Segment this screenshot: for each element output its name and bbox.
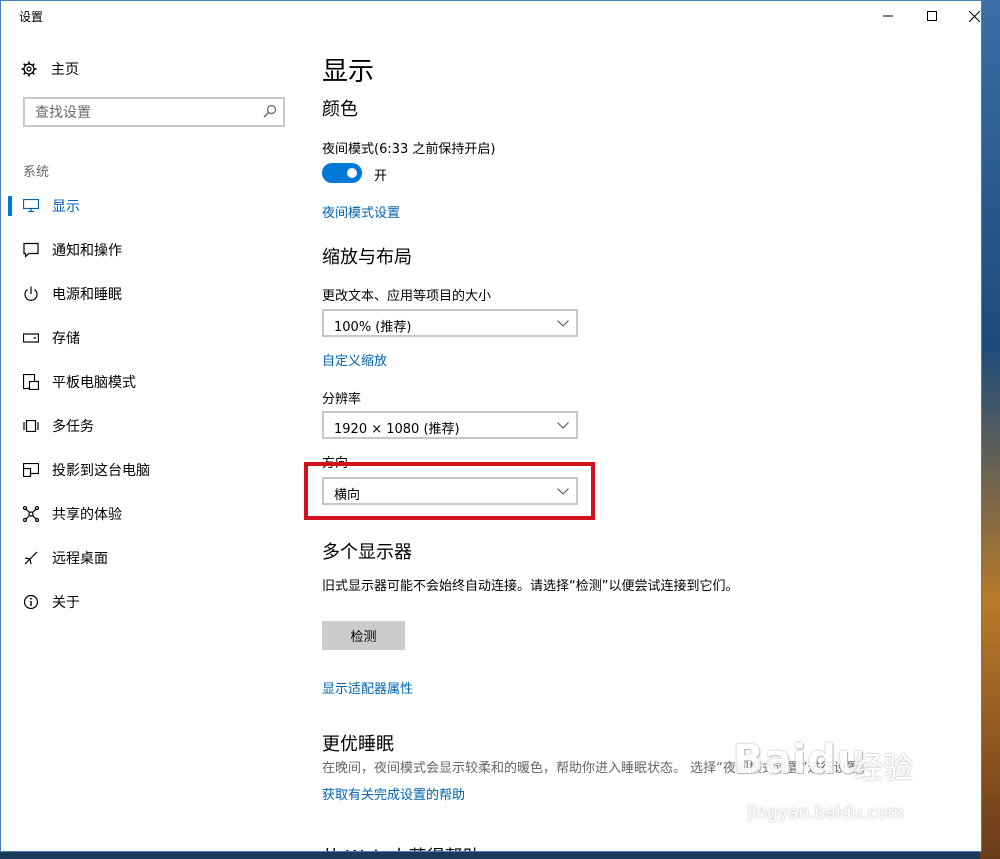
sidebar: 主页 系统 显示 通知和操作 电源和睡眠	[1, 31, 301, 851]
chevron-down-icon	[557, 320, 569, 327]
highlight-annotation-box	[304, 462, 595, 520]
sidebar-item-label: 关于	[52, 595, 80, 611]
title-bar[interactable]: 设置	[1, 1, 981, 31]
sidebar-item-label: 存储	[52, 331, 80, 347]
toggle-state-label: 开	[374, 169, 388, 184]
multitasking-icon	[22, 417, 40, 435]
sidebar-item-tablet-mode[interactable]: 平板电脑模式	[1, 360, 301, 404]
watermark-logo: Baidu	[733, 737, 867, 783]
sidebar-item-storage[interactable]: 存储	[1, 316, 301, 360]
sidebar-item-shared-experiences[interactable]: 共享的体验	[1, 492, 301, 536]
shared-experiences-icon	[22, 505, 40, 523]
detect-button[interactable]: 检测	[322, 621, 405, 650]
watermark-url: jingyan.baidu.com	[747, 803, 904, 823]
baidu-watermark: Baidu 经验 jingyan.baidu.com	[733, 737, 933, 837]
window-title: 设置	[19, 10, 44, 24]
sidebar-item-multitasking[interactable]: 多任务	[1, 404, 301, 448]
home-nav[interactable]: 主页	[21, 59, 79, 79]
size-dropdown[interactable]: 100% (推荐)	[322, 309, 578, 337]
tablet-mode-icon	[22, 373, 40, 391]
desktop-background	[980, 0, 1000, 859]
sidebar-item-label: 投影到这台电脑	[52, 463, 150, 479]
resolution-dropdown[interactable]: 1920 × 1080 (推荐)	[322, 411, 578, 439]
sleep-better-heading: 更优睡眠	[322, 734, 394, 755]
sidebar-item-power[interactable]: 电源和睡眠	[1, 272, 301, 316]
info-icon	[22, 593, 40, 611]
storage-icon	[22, 329, 40, 347]
color-heading: 颜色	[322, 99, 358, 120]
sidebar-item-label: 显示	[52, 199, 80, 215]
sidebar-item-label: 通知和操作	[52, 243, 122, 259]
sidebar-item-about[interactable]: 关于	[1, 580, 301, 624]
power-icon	[22, 285, 40, 303]
notification-icon	[22, 241, 40, 259]
resolution-label: 分辨率	[322, 392, 362, 407]
toggle-knob	[347, 168, 357, 178]
web-help-heading: 从 Web 上获得帮助	[322, 843, 481, 851]
maximize-button[interactable]	[909, 1, 955, 31]
multiple-displays-description: 旧式显示器可能不会始终自动连接。请选择“检测”以便尝试连接到它们。	[322, 579, 739, 594]
chevron-down-icon	[557, 422, 569, 429]
multiple-displays-heading: 多个显示器	[322, 542, 412, 563]
sidebar-item-notifications[interactable]: 通知和操作	[1, 228, 301, 272]
close-icon	[968, 10, 980, 22]
size-dropdown-value: 100% (推荐)	[334, 320, 412, 335]
sidebar-item-display[interactable]: 显示	[1, 184, 301, 228]
night-light-label: 夜间模式(6:33 之前保持开启)	[322, 142, 496, 157]
sidebar-item-remote-desktop[interactable]: 远程桌面	[1, 536, 301, 580]
sidebar-item-label: 平板电脑模式	[52, 375, 136, 391]
night-light-settings-link[interactable]: 夜间模式设置	[322, 202, 400, 221]
scale-layout-heading: 缩放与布局	[322, 247, 412, 268]
minimize-icon	[883, 15, 893, 17]
night-light-toggle[interactable]	[322, 163, 362, 183]
gear-icon	[21, 61, 37, 77]
sidebar-item-label: 电源和睡眠	[52, 287, 122, 303]
close-button[interactable]	[951, 1, 981, 31]
settings-window: 设置 主页 查找设置 系统 显示 通知和操作 电源和睡眠 存储 平板电脑模式 多…	[0, 0, 982, 852]
size-label: 更改文本、应用等项目的大小	[322, 289, 492, 304]
custom-scaling-link[interactable]: 自定义缩放	[322, 350, 387, 369]
minimize-button[interactable]	[865, 1, 911, 31]
section-label-system: 系统	[23, 165, 50, 180]
main-content: 显示 颜色 夜间模式(6:33 之前保持开启) 开 夜间模式设置 缩放与布局 更…	[304, 31, 962, 851]
sidebar-item-project[interactable]: 投影到这台电脑	[1, 448, 301, 492]
maximize-icon	[927, 11, 937, 21]
search-box[interactable]	[23, 97, 285, 127]
monitor-icon	[22, 197, 40, 215]
project-icon	[22, 461, 40, 479]
home-label: 主页	[51, 62, 79, 78]
sidebar-item-label: 多任务	[52, 419, 94, 435]
page-title: 显示	[322, 57, 375, 87]
resolution-dropdown-value: 1920 × 1080 (推荐)	[334, 422, 460, 437]
watermark-cn: 经验	[853, 751, 913, 786]
setup-help-link[interactable]: 获取有关完成设置的帮助	[322, 784, 465, 803]
search-input[interactable]	[33, 103, 257, 123]
sidebar-item-label: 共享的体验	[52, 507, 122, 523]
search-icon[interactable]	[263, 104, 277, 118]
sidebar-item-label: 远程桌面	[52, 551, 108, 567]
display-adapter-properties-link[interactable]: 显示适配器属性	[322, 678, 413, 697]
remote-desktop-icon	[22, 549, 40, 567]
